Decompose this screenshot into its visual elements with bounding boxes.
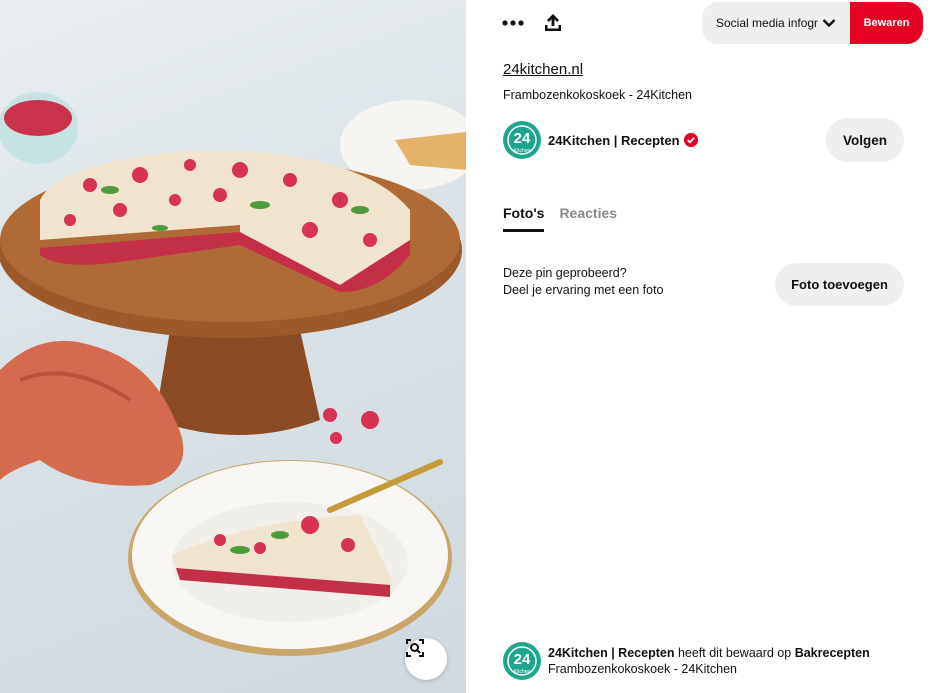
tried-line-1: Deze pin geprobeerd? [503,266,627,280]
pin-details-panel: Social media infogr... Bewaren 24kitchen… [466,0,937,693]
add-photo-button[interactable]: Foto toevoegen [775,263,904,306]
avatar-small-text: Kitchen [513,148,531,154]
saver-name[interactable]: 24Kitchen | Recepten [548,646,674,660]
creator-name[interactable]: 24Kitchen | Recepten [548,133,680,148]
tab-photos[interactable]: Foto's [503,205,545,232]
tried-line-2: Deel je ervaring met een foto [503,283,664,297]
chevron-down-icon [822,18,836,28]
saver-avatar-small-text: Kitchen [513,669,531,675]
avatar-text: 24 [513,129,531,147]
saved-by-text: 24Kitchen | Recepten heeft dit bewaard o… [548,645,870,677]
share-upload-icon [545,14,561,31]
more-options-button[interactable] [498,8,528,38]
save-button[interactable]: Bewaren [850,2,923,44]
tabs: Foto's Reacties [503,205,632,232]
visual-search-icon [406,639,424,657]
source-link[interactable]: 24kitchen.nl [503,61,583,78]
pin-title: Frambozenkokoskoek - 24Kitchen [503,88,692,102]
tried-prompt: Deze pin geprobeerd? Deel je ervaring me… [503,265,664,299]
tab-comments[interactable]: Reacties [559,205,617,232]
share-button[interactable] [538,8,568,38]
creator-avatar[interactable]: 24 Kitchen [503,121,541,159]
follow-button[interactable]: Volgen [826,118,904,162]
pin-image[interactable] [0,0,466,693]
saver-avatar-text: 24 [513,650,531,668]
saved-middle-text: heeft dit bewaard op [677,646,792,660]
cake-photo [0,92,466,656]
saver-avatar[interactable]: 24 Kitchen [503,642,541,680]
saved-subtitle: Frambozenkokoskoek - 24Kitchen [548,662,737,676]
creator-info: 24 Kitchen 24Kitchen | Recepten [503,121,698,159]
board-select-label: Social media infogr... [716,16,818,30]
verified-badge-icon [683,133,698,147]
saved-by-info: 24 Kitchen 24Kitchen | Recepten heeft di… [503,642,870,680]
visual-search-button[interactable] [405,638,447,680]
saved-board-name[interactable]: Bakrecepten [795,646,870,660]
board-select-dropdown[interactable]: Social media infogr... [702,2,850,44]
more-dots-icon [502,20,524,26]
